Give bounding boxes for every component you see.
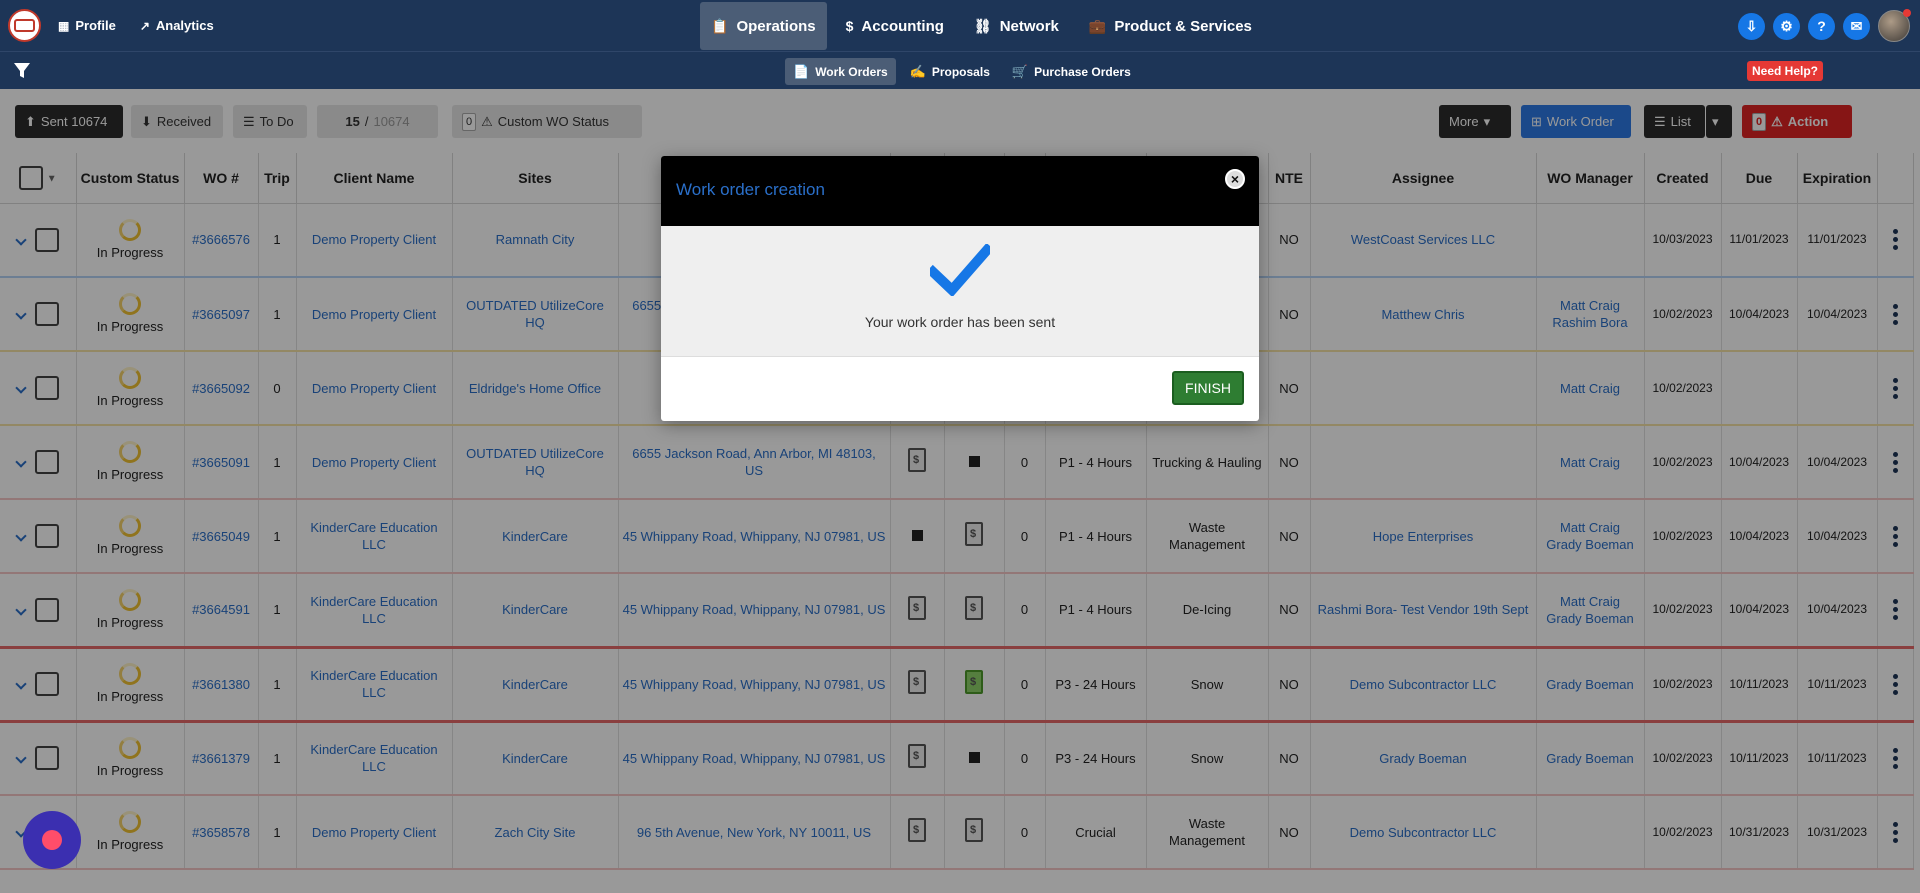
nav-right: ⇩ ⚙ ? ✉ (1738, 9, 1911, 42)
modal-message: Your work order has been sent (864, 314, 1056, 330)
sub-navbar: 📄 Work Orders ✍ Proposals 🛒 Purchase Orders N… (0, 51, 1920, 89)
tab-purchase-orders[interactable]: 🛒 Purchase Orders (1004, 58, 1139, 85)
chat-bubble-icon (42, 830, 62, 850)
modal-header: Work order creation × (661, 156, 1259, 226)
nav-label: Accounting (861, 17, 944, 35)
chat-icon[interactable]: ✉ (1843, 12, 1870, 40)
nav-label: Operations (736, 17, 816, 35)
work-order-creation-modal: Work order creation × Your work order ha… (661, 156, 1259, 421)
need-help-button[interactable]: Need Help? (1746, 61, 1823, 81)
modal-title: Work order creation (676, 180, 825, 199)
close-icon[interactable]: × (1225, 169, 1245, 189)
nav-label: Network (999, 17, 1059, 35)
tab-label: Purchase Orders (1034, 64, 1131, 79)
filter-icon[interactable] (13, 62, 31, 80)
nav-label: Profile (75, 18, 116, 33)
modal-body: Your work order has been sent (661, 226, 1259, 357)
network-icon: ⛓ (973, 17, 992, 34)
checkmark-icon (930, 244, 990, 296)
modal-footer: FINISH (661, 357, 1259, 421)
tab-label: Work Orders (815, 64, 888, 79)
nav-profile[interactable]: ▦ Profile (58, 18, 116, 33)
help-icon[interactable]: ? (1808, 12, 1835, 40)
gear-icon[interactable]: ⚙ (1773, 12, 1800, 40)
cart-icon: 🛒 (1011, 63, 1029, 79)
file-sign-icon: ✍ (909, 63, 926, 79)
finish-button[interactable]: FINISH (1172, 371, 1244, 405)
chart-line-icon: ↗ (139, 18, 150, 33)
top-navbar: ▦ Profile ↗ Analytics 📋 Operations $ Accountin… (0, 0, 1920, 51)
company-logo[interactable] (8, 9, 41, 42)
document-icon: 📄 (793, 63, 810, 79)
clipboard-icon: 📋 (711, 17, 729, 34)
notification-dot (1903, 9, 1911, 17)
download-icon[interactable]: ⇩ (1738, 12, 1765, 40)
nav-operations[interactable]: 📋 Operations (700, 2, 827, 50)
chat-widget-button[interactable] (23, 811, 81, 869)
briefcase-icon: 💼 (1088, 17, 1107, 34)
nav-accounting[interactable]: $ Accounting (835, 2, 955, 50)
nav-analytics[interactable]: ↗ Analytics (140, 18, 214, 33)
tab-label: Proposals (931, 64, 990, 79)
subnav-tabs: 📄 Work Orders ✍ Proposals 🛒 Purchase Orders (785, 58, 1139, 85)
tab-work-orders[interactable]: 📄 Work Orders (785, 58, 896, 85)
nav-network[interactable]: ⛓ Network (963, 2, 1070, 50)
tab-proposals[interactable]: ✍ Proposals (902, 58, 998, 85)
avatar[interactable] (1878, 9, 1911, 42)
nav-label: Analytics (155, 18, 214, 33)
building-icon: ▦ (58, 18, 70, 33)
nav-main: 📋 Operations $ Accounting ⛓ Network 💼 Product &… (700, 2, 1263, 50)
nav-product-services[interactable]: 💼 Product & Services (1078, 2, 1263, 50)
nav-left: ▦ Profile ↗ Analytics (58, 0, 214, 51)
money-icon: $ (845, 18, 854, 34)
nav-label: Product & Services (1114, 17, 1252, 35)
